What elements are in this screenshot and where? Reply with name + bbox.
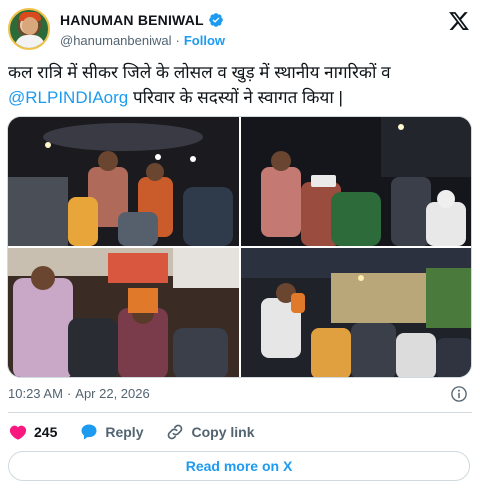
tweet-timestamp[interactable]: 10:23 AM · Apr 22, 2026 [8,386,150,401]
timestamp-separator: · [66,386,72,401]
tweet-text-part-1: कल रात्रि में सीकर जिले के लोसल व खुड़ म… [8,63,391,82]
crowd-market-photo [8,248,239,377]
avatar-face [22,17,38,35]
like-button[interactable]: 245 [8,422,57,442]
heart-icon [9,425,27,440]
mention-link[interactable]: @RLPINDIAorg [8,88,128,107]
crowd-night-photo-2 [241,117,471,246]
photo-1[interactable] [8,117,239,246]
tweet-time: 10:23 AM [8,386,63,401]
x-logo-icon[interactable] [448,10,470,32]
avatar-shirt [15,35,45,48]
tweet-text-part-2: परिवार के सदस्यों ने स्वागत किया | [128,88,343,107]
follow-button[interactable]: Follow [184,33,225,48]
speech-bubble-icon [81,424,97,440]
verified-badge-icon [208,13,223,27]
read-more-button[interactable]: Read more on X [8,451,470,481]
avatar[interactable] [8,8,50,50]
photo-4[interactable] [241,248,471,377]
author-handle[interactable]: @hanumanbeniwal [60,33,172,48]
tweet-card: HANUMAN BENIWAL @hanumanbeniwal · Follow… [0,0,480,489]
name-line: HANUMAN BENIWAL [60,10,224,30]
handle-line: @hanumanbeniwal · Follow [60,31,225,49]
copy-link-label: Copy link [191,424,255,440]
photo-3[interactable] [8,248,239,377]
like-count: 245 [34,424,58,440]
handle-separator: · [175,32,180,48]
info-icon[interactable] [450,385,468,403]
tweet-header: HANUMAN BENIWAL @hanumanbeniwal · Follow [8,8,472,52]
reply-label: Reply [105,424,144,440]
copy-link-button[interactable]: Copy link [165,422,255,442]
tweet-text: कल रात्रि में सीकर जिले के लोसल व खुड़ म… [8,60,472,110]
crowd-street-photo [241,248,471,377]
tweet-date: Apr 22, 2026 [75,386,150,401]
photo-2[interactable] [241,117,471,246]
reply-button[interactable]: Reply [79,422,143,442]
media-grid [7,116,472,378]
author-display-name[interactable]: HANUMAN BENIWAL [60,12,204,28]
link-icon [168,424,183,440]
crowd-night-photo-1 [8,117,239,246]
divider [8,412,472,413]
action-bar: 245 Reply Copy link [8,420,277,444]
